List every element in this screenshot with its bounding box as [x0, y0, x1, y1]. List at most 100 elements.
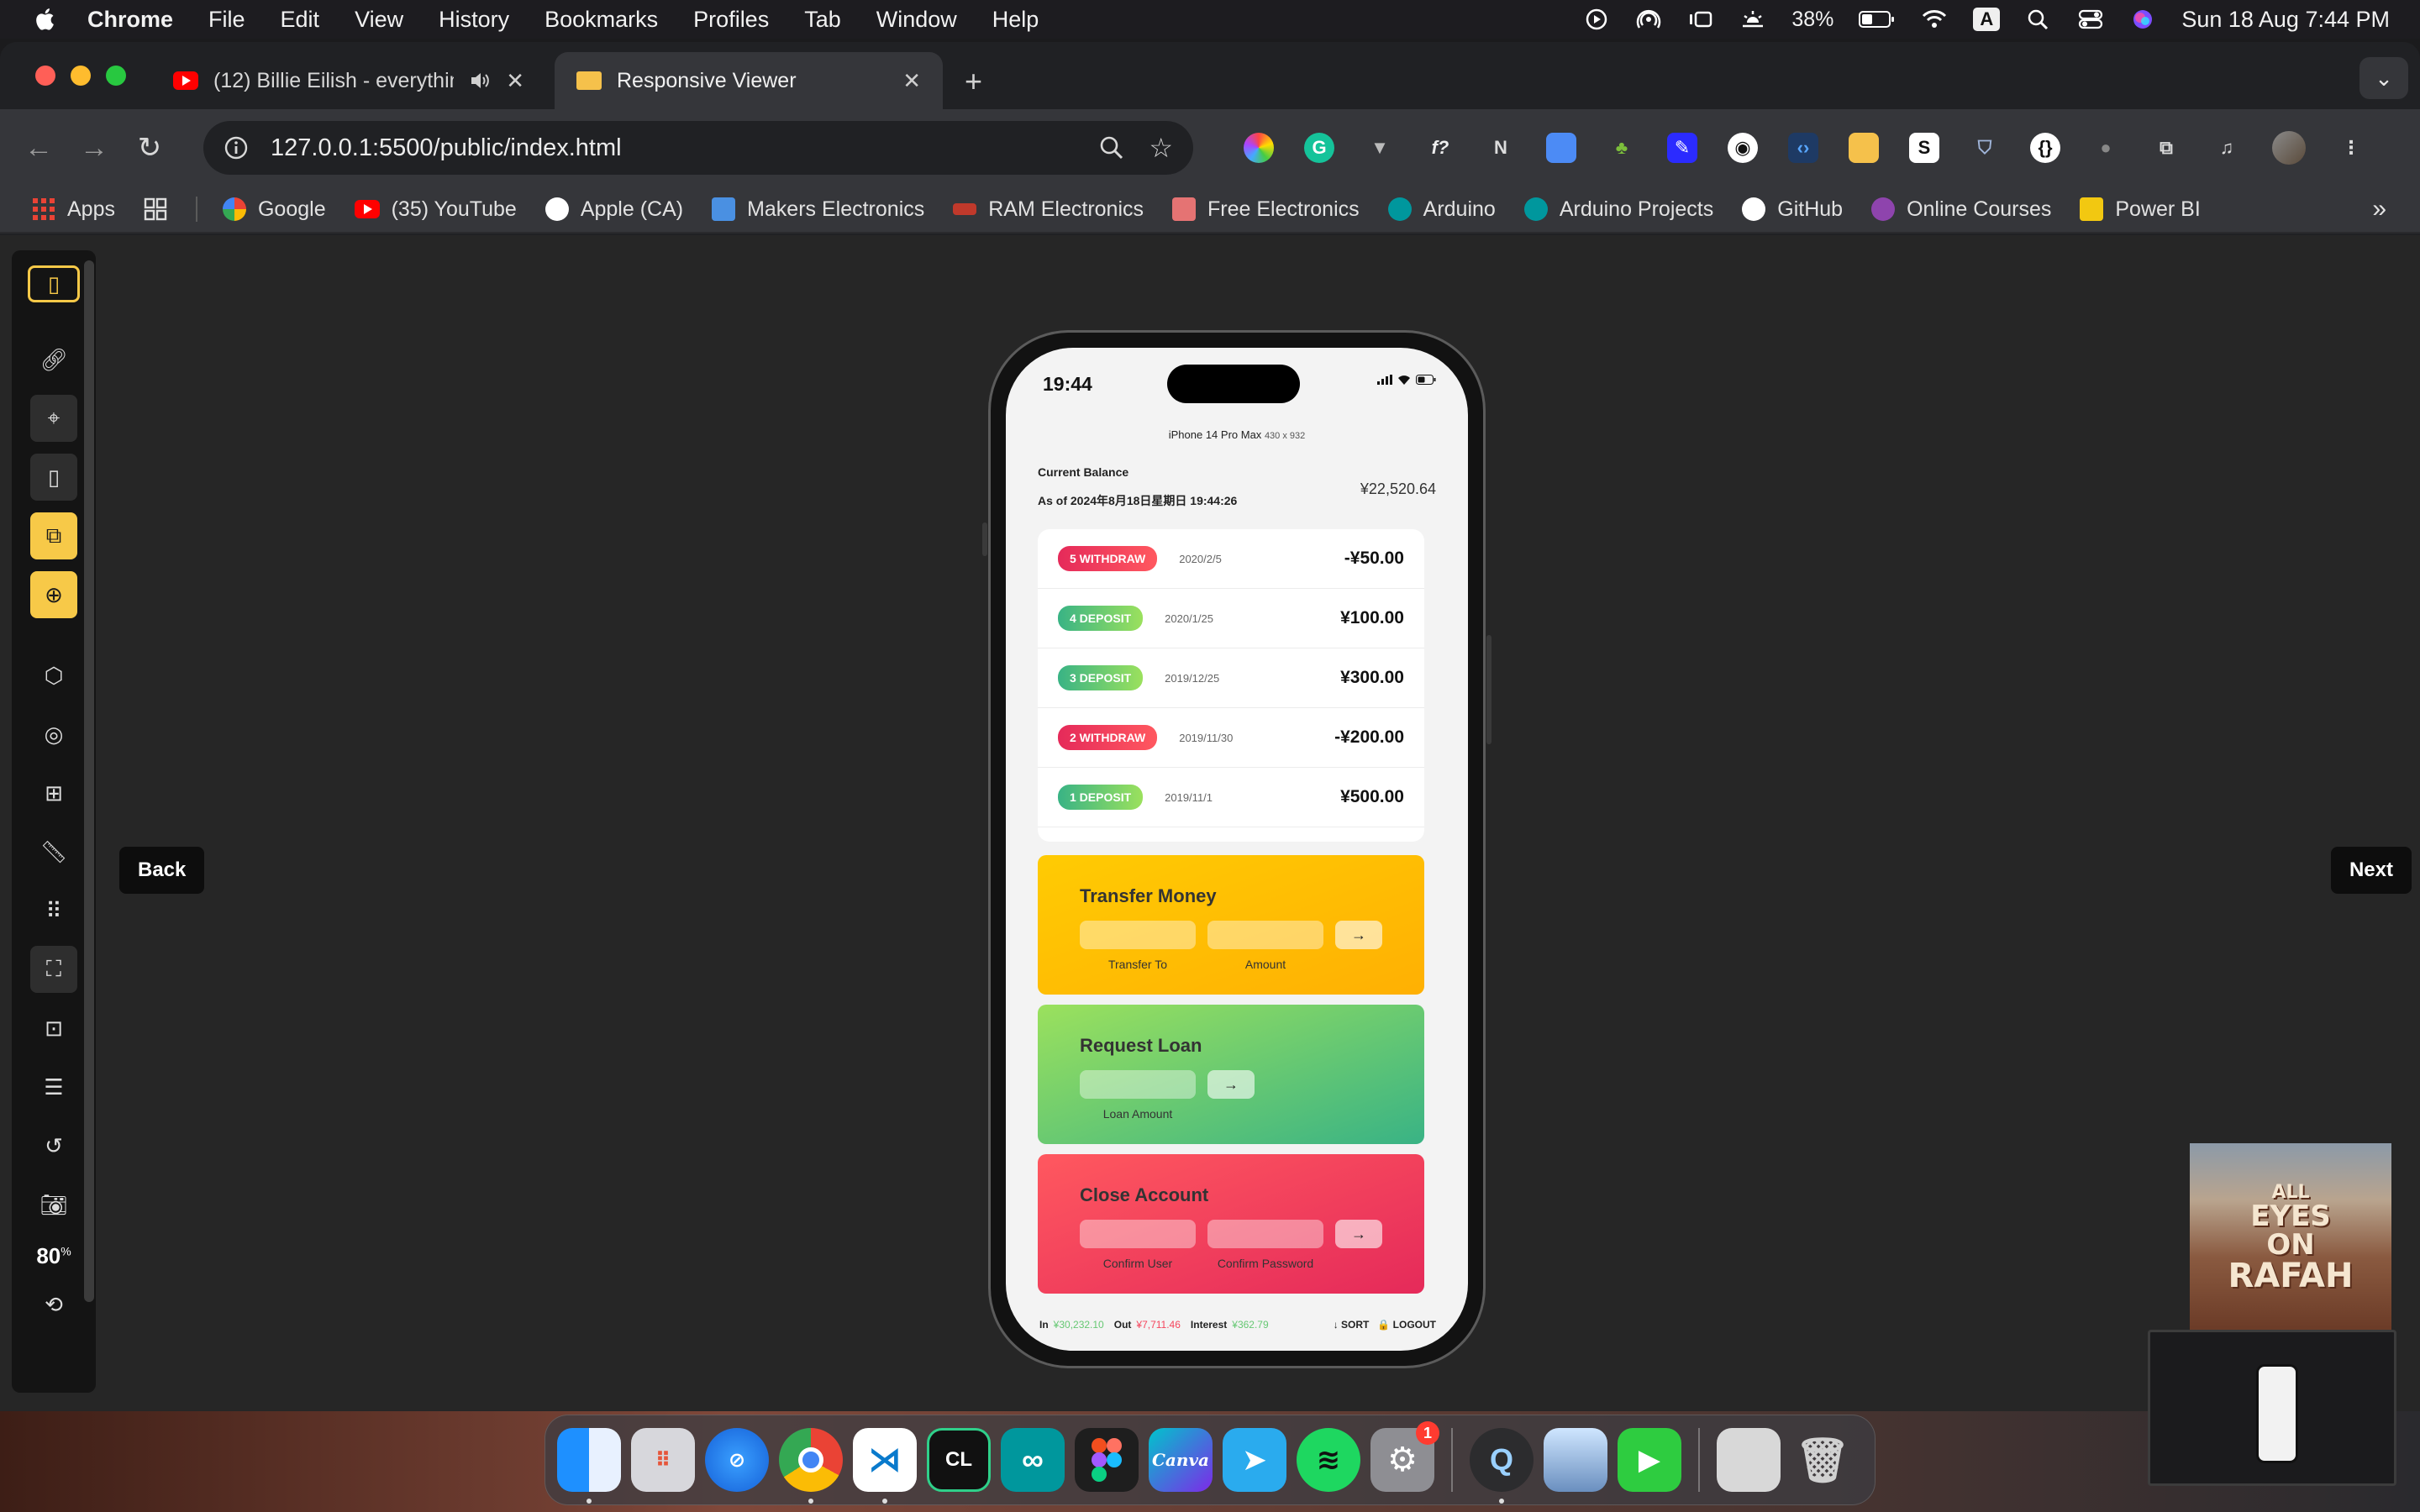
bookmark-apple[interactable]: Apple (CA): [544, 197, 683, 222]
cube-icon[interactable]: ⬡: [30, 652, 77, 699]
docs-extension-icon[interactable]: [1546, 133, 1576, 163]
dock-spotify-icon[interactable]: ≋: [1297, 1428, 1360, 1492]
rotate-device-icon[interactable]: ⟲: [30, 1281, 77, 1328]
back-button[interactable]: Back: [119, 847, 205, 894]
menu-app-name[interactable]: Chrome: [87, 7, 173, 33]
next-button[interactable]: Next: [2330, 847, 2412, 894]
battery-icon[interactable]: [1859, 8, 1896, 31]
menu-edit[interactable]: Edit: [281, 7, 320, 33]
tree-extension-icon[interactable]: ♣: [1607, 133, 1637, 163]
menubar-clock[interactable]: Sun 18 Aug 7:44 PM: [2181, 7, 2390, 33]
input-source-badge[interactable]: A: [1973, 8, 2001, 31]
dock-preview-icon[interactable]: [1544, 1428, 1607, 1492]
shield-icon[interactable]: ⛉: [1970, 133, 2000, 163]
dock-figma-icon[interactable]: [1075, 1428, 1139, 1492]
control-center-icon[interactable]: [2077, 8, 2104, 31]
inspect-cursor-icon[interactable]: ⌖: [30, 395, 77, 442]
screenshot-frame-icon[interactable]: ⛶: [30, 946, 77, 993]
close-submit-button[interactable]: →: [1335, 1220, 1382, 1248]
notion-clipper-icon[interactable]: N: [1486, 133, 1516, 163]
more-bookmarks-icon[interactable]: »: [2372, 195, 2386, 223]
bookmark-github[interactable]: GitHub: [1742, 197, 1843, 222]
loan-submit-button[interactable]: →: [1207, 1070, 1255, 1099]
transfer-submit-button[interactable]: →: [1335, 921, 1382, 949]
address-bar[interactable]: 127.0.0.1:5500/public/index.html ☆: [203, 121, 1193, 175]
zoom-magnifier-icon[interactable]: [1098, 134, 1125, 161]
url-text[interactable]: 127.0.0.1:5500/public/index.html: [271, 134, 1098, 162]
grammar-extension-icon[interactable]: G: [1304, 133, 1334, 163]
multi-device-icon[interactable]: ⧉: [30, 512, 77, 559]
dock-chrome-icon[interactable]: [779, 1428, 843, 1504]
reload-icon[interactable]: ↻: [133, 131, 166, 165]
dock-system-settings-icon[interactable]: ⚙ 1: [1370, 1421, 1439, 1492]
dots-grid-icon[interactable]: ⠿: [30, 887, 77, 934]
code-extension-icon[interactable]: ‹›: [1788, 133, 1818, 163]
formula-extension-icon[interactable]: f?: [1425, 133, 1455, 163]
dock-clion-icon[interactable]: CL: [927, 1428, 991, 1492]
bookmark-online-courses[interactable]: Online Courses: [1871, 197, 2051, 222]
dock-arduino-icon[interactable]: ∞: [1001, 1428, 1065, 1492]
menu-profiles[interactable]: Profiles: [693, 7, 769, 33]
minimize-window-button[interactable]: [71, 66, 91, 86]
close-tab-icon[interactable]: ✕: [506, 68, 524, 94]
dock-downloads-stack-icon[interactable]: [1717, 1428, 1781, 1492]
apple-menu-icon[interactable]: [34, 7, 59, 32]
tab-groups-button[interactable]: [144, 197, 167, 221]
siri-icon[interactable]: [2129, 8, 2156, 31]
media-control-icon[interactable]: ♫: [2212, 133, 2242, 163]
tab-youtube[interactable]: (12) Billie Eilish - everything i w ✕: [151, 52, 546, 109]
viewer-logo-icon[interactable]: ▯: [28, 265, 80, 302]
bulb-extension-icon[interactable]: ●: [2091, 133, 2121, 163]
zoom-level[interactable]: 80%: [36, 1243, 71, 1269]
back-arrow-icon[interactable]: ←: [22, 131, 55, 165]
spotlight-search-icon[interactable]: [2025, 8, 2052, 31]
forward-arrow-icon[interactable]: →: [77, 131, 111, 165]
now-playing-icon[interactable]: [1583, 8, 1610, 31]
menu-file[interactable]: File: [208, 7, 245, 33]
menu-tab[interactable]: Tab: [804, 7, 841, 33]
dock-launchpad-icon[interactable]: ⠿: [631, 1428, 695, 1492]
link-icon[interactable]: 🔗︎: [30, 336, 77, 383]
stage-manager-icon[interactable]: [1687, 8, 1714, 31]
profile-avatar[interactable]: [2272, 131, 2306, 165]
dock-telegram-icon[interactable]: ➤: [1223, 1428, 1286, 1492]
responsive-viewer-extension-icon[interactable]: [1849, 133, 1879, 163]
bookmark-star-icon[interactable]: ☆: [1149, 132, 1173, 164]
close-tab-icon[interactable]: ✕: [902, 68, 921, 94]
bookmark-ram-electronics[interactable]: RAM Electronics: [953, 197, 1144, 222]
dock-trash-icon[interactable]: 🗑︎: [1791, 1428, 1854, 1492]
speaker-icon[interactable]: [469, 71, 491, 91]
vue-devtools-icon[interactable]: ▼: [1365, 133, 1395, 163]
bookmark-arduino[interactable]: Arduino: [1387, 197, 1496, 222]
menu-view[interactable]: View: [355, 7, 403, 33]
bookmark-makers-electronics[interactable]: Makers Electronics: [712, 197, 924, 222]
site-info-icon[interactable]: [224, 135, 249, 160]
s-extension-icon[interactable]: S: [1909, 133, 1939, 163]
braces-extension-icon[interactable]: {}: [2030, 133, 2060, 163]
bookmark-google[interactable]: Google: [222, 197, 326, 222]
bookmark-free-electronics[interactable]: Free Electronics: [1172, 197, 1360, 222]
eye-extension-icon[interactable]: ◉: [1728, 133, 1758, 163]
menu-window[interactable]: Window: [876, 7, 957, 33]
dock-safari-icon[interactable]: ⊘: [705, 1428, 769, 1492]
grid-icon[interactable]: ⊞: [30, 769, 77, 816]
menu-help[interactable]: Help: [992, 7, 1039, 33]
close-window-button[interactable]: [35, 66, 55, 86]
airdrop-icon[interactable]: [1635, 8, 1662, 31]
stack-icon[interactable]: ☰: [30, 1063, 77, 1110]
dock-vscode-icon[interactable]: ⋊: [853, 1428, 917, 1504]
upload-circle-icon[interactable]: ⊕: [30, 571, 77, 618]
transfer-amount-input[interactable]: [1207, 921, 1323, 949]
camera-icon[interactable]: 📷︎: [30, 1181, 77, 1228]
movements-list[interactable]: 5 withdraw 2020/2/5 -¥50.00 4 deposit 20…: [1038, 529, 1424, 842]
bookmark-arduino-projects[interactable]: Arduino Projects: [1523, 197, 1713, 222]
brightness-icon[interactable]: [1739, 8, 1766, 31]
dock-facetime-icon[interactable]: ▶: [1618, 1428, 1681, 1492]
bookmark-power-bi[interactable]: Power BI: [2080, 197, 2201, 222]
tab-responsive-viewer[interactable]: Responsive Viewer ✕: [555, 52, 943, 109]
kebab-menu-icon[interactable]: ⋮: [2336, 133, 2366, 163]
tab-search-button[interactable]: ⌄: [2360, 57, 2408, 99]
new-tab-icon[interactable]: +: [965, 64, 982, 99]
dock-quicktime-icon[interactable]: Q: [1470, 1428, 1534, 1504]
dock-canva-icon[interactable]: Canva: [1149, 1428, 1213, 1492]
